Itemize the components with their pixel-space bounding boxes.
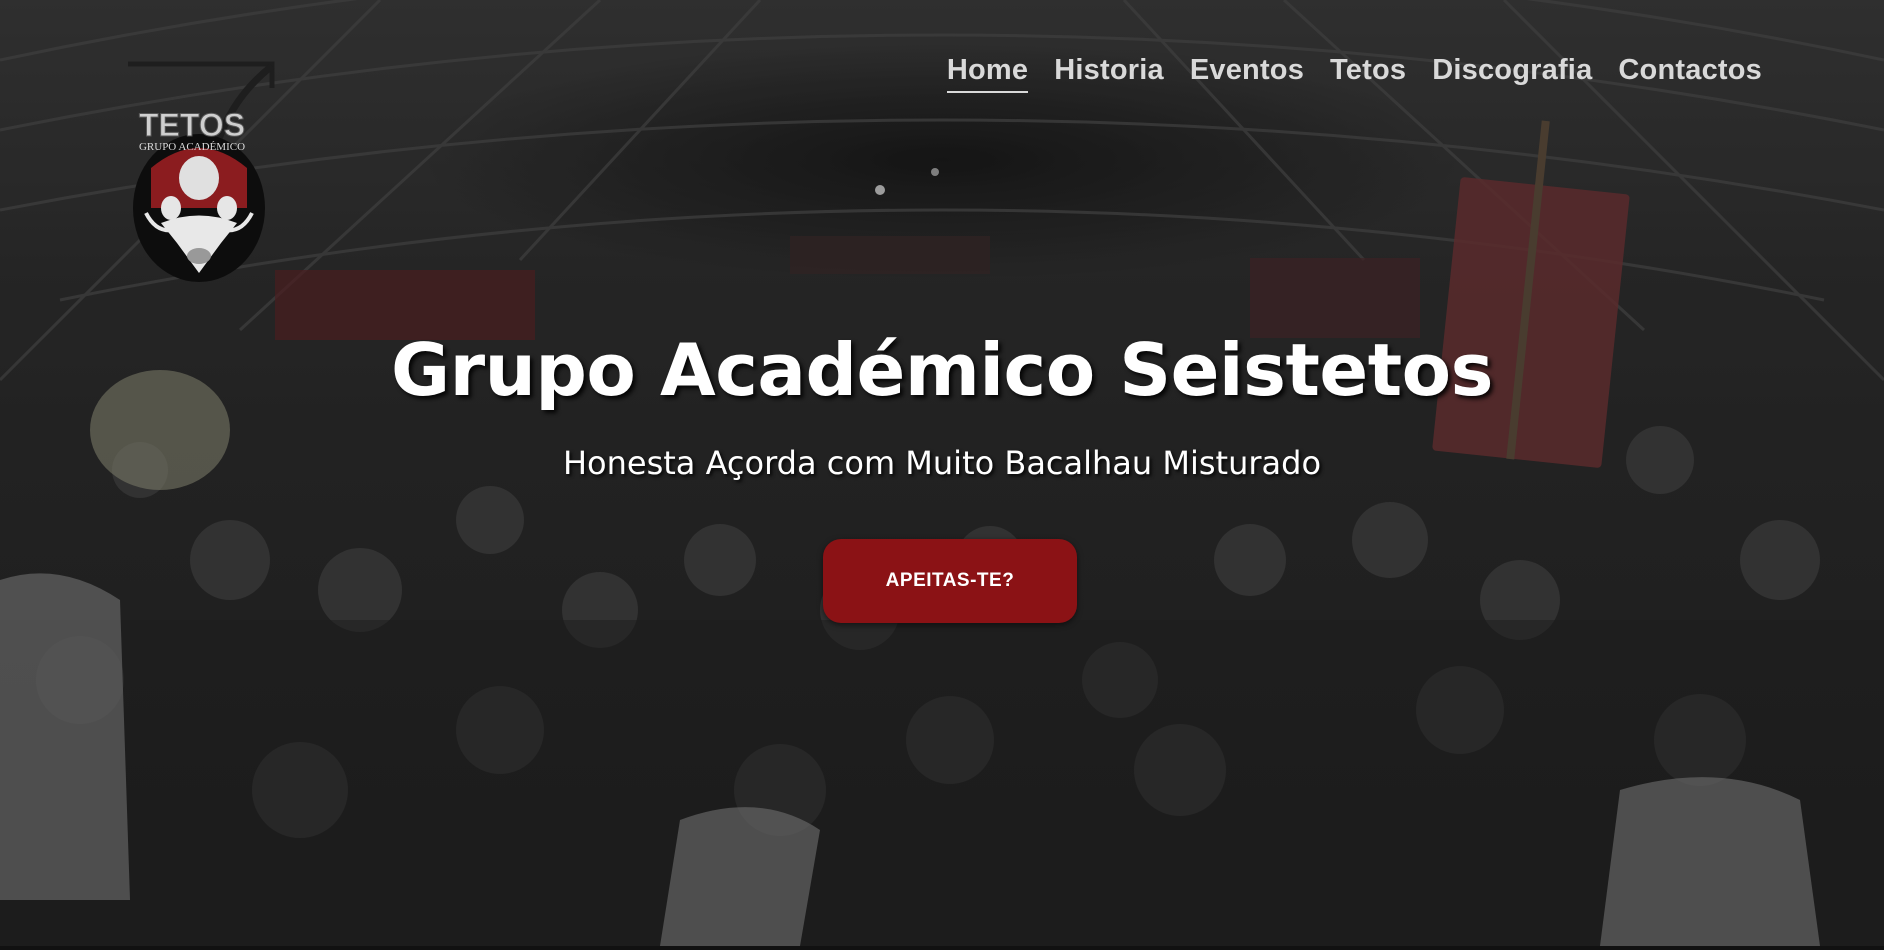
- hero-section: TETOS GRUPO ACADÉMICO Home Historia Even…: [0, 0, 1884, 946]
- nav-tetos[interactable]: Tetos: [1330, 54, 1406, 93]
- hero-title: Grupo Académico Seistetos: [391, 328, 1493, 412]
- main-nav: Home Historia Eventos Tetos Discografia …: [946, 54, 1762, 93]
- logo-wordmark: TETOS: [139, 107, 245, 143]
- apeitas-te-button[interactable]: APEITAS-TE?: [823, 539, 1077, 623]
- nav-discografia[interactable]: Discografia: [1432, 54, 1592, 93]
- site-logo[interactable]: TETOS GRUPO ACADÉMICO: [126, 58, 276, 283]
- nav-home[interactable]: Home: [946, 54, 1029, 93]
- hero-subtitle: Honesta Açorda com Muito Bacalhau Mistur…: [562, 444, 1322, 482]
- nav-eventos[interactable]: Eventos: [1190, 54, 1304, 93]
- bottom-edge: [0, 946, 1884, 950]
- bull-logo-icon: TETOS GRUPO ACADÉMICO: [128, 61, 275, 282]
- nav-contactos[interactable]: Contactos: [1618, 54, 1762, 93]
- logo-tagline: GRUPO ACADÉMICO: [139, 141, 245, 153]
- nav-historia[interactable]: Historia: [1054, 54, 1164, 93]
